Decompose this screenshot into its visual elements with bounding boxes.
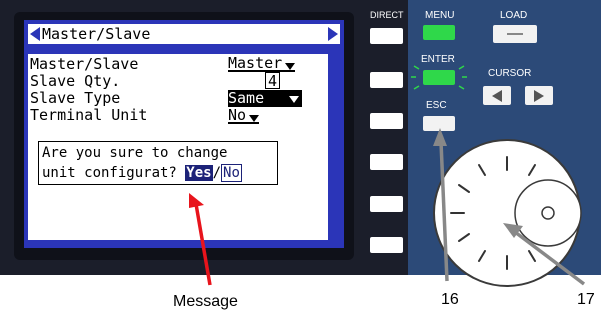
cursor-right-arrow-icon	[534, 90, 544, 102]
dial-center-icon	[541, 206, 555, 220]
message-pointer-arrow	[189, 193, 212, 286]
cursor-left-arrow-icon	[492, 90, 502, 102]
enter-led-glow-icon	[411, 65, 467, 90]
panel-graphics	[189, 33, 586, 287]
message-callout-label: Message	[173, 293, 238, 310]
esc-callout-number: 16	[441, 291, 459, 308]
dial-callout-number: 17	[577, 291, 595, 308]
